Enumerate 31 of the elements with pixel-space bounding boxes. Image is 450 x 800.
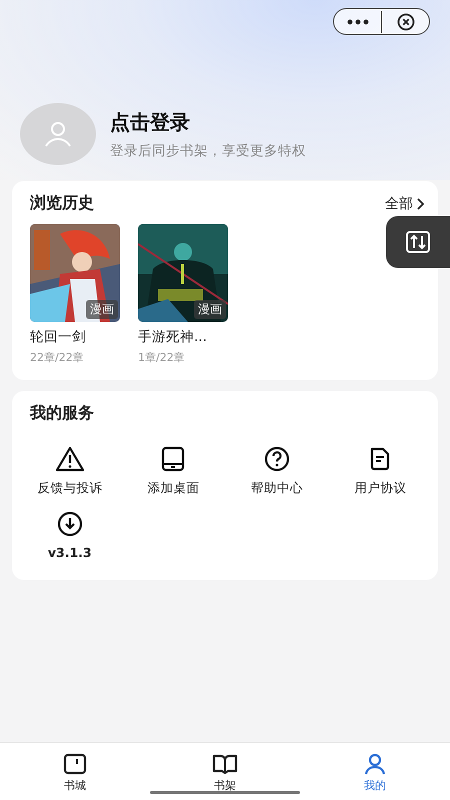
help-icon [264,446,290,472]
download-icon [56,511,83,537]
tablet-icon [160,446,186,472]
login-link[interactable]: 点击登录 [110,108,306,136]
warning-icon [54,446,85,472]
person-icon [43,119,73,149]
service-item[interactable]: v3.1.3 [48,511,92,560]
tab[interactable]: 书城 [35,753,115,793]
comic-tag: 漫画 [194,300,226,319]
comic-tag: 漫画 [86,300,118,319]
service-item[interactable]: 帮助中心 [250,446,303,497]
close-icon [396,12,414,30]
book-cover[interactable]: 漫画 [30,224,120,322]
section-title: 浏览历史 [30,193,94,214]
book-cover[interactable]: 漫画 [138,224,228,322]
service-item[interactable]: 用户协议 [354,446,406,497]
view-all-link[interactable]: 全部 [385,194,424,212]
open-book-icon [212,753,238,775]
chevron-right-icon [417,198,424,210]
person-icon [363,753,387,775]
tab[interactable]: 书架 [185,753,265,793]
square-icon [63,753,87,775]
book-title: 手游死神... [138,328,208,346]
more-icon [346,18,368,24]
login-hint: 登录后同步书架，享受更多特权 [110,142,306,160]
service-item[interactable]: 反馈与投诉 [37,446,102,497]
book-title: 轮回一剑 [30,328,87,346]
service-item[interactable]: 添加桌面 [147,446,200,497]
section-title: 我的服务 [30,403,94,422]
tab[interactable]: 我的 [335,753,415,793]
floating-toggle-button[interactable] [386,216,450,268]
